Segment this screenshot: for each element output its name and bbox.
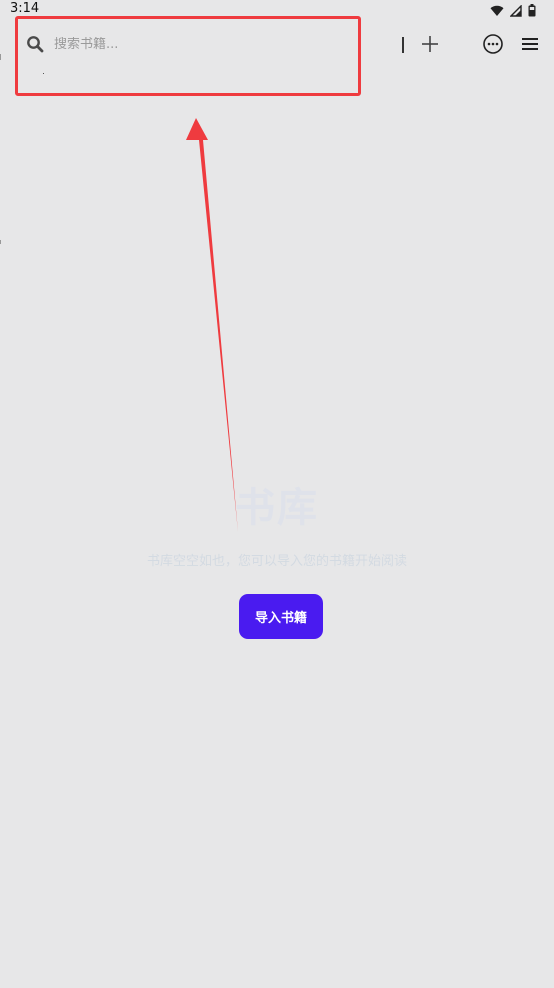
left-edge-mark	[0, 240, 1, 244]
import-books-button[interactable]: 导入书籍	[239, 594, 323, 639]
empty-state-title: 书库	[235, 485, 319, 531]
empty-state: 书库 书库空空如也，您可以导入您的书籍开始阅读	[0, 482, 554, 572]
left-edge-mark	[0, 54, 1, 60]
empty-state-subtitle: 书库空空如也，您可以导入您的书籍开始阅读	[146, 554, 407, 569]
